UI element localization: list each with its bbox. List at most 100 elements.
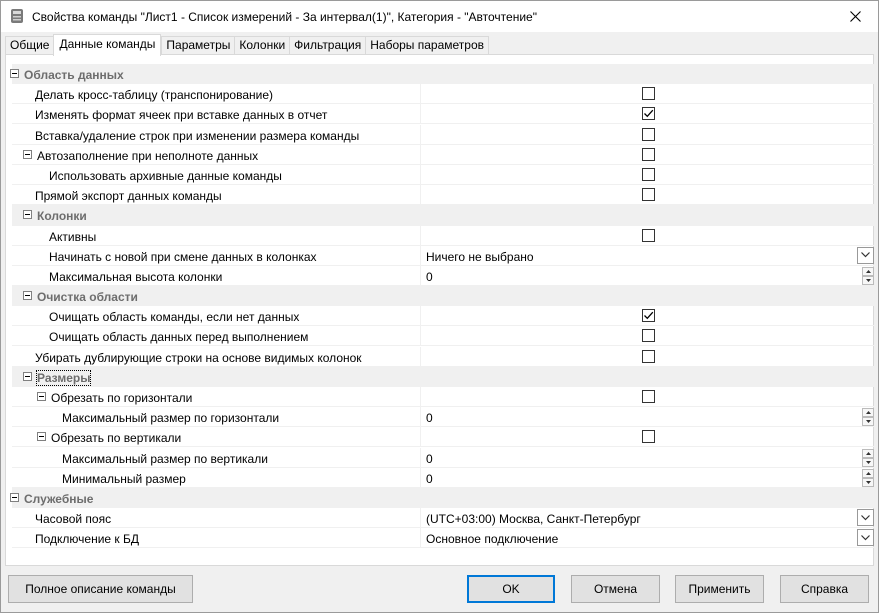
property-row[interactable]: Прямой экспорт данных команды xyxy=(12,185,874,206)
property-value-cell[interactable] xyxy=(421,427,874,448)
property-row[interactable]: Очищать область команды, если нет данных xyxy=(12,306,874,327)
spin-down-button[interactable] xyxy=(862,477,874,487)
apply-button[interactable]: Применить xyxy=(675,575,764,603)
dropdown-value: Основное подключение xyxy=(426,532,559,547)
property-row[interactable]: Подключение к БД Основное подключение xyxy=(12,528,874,549)
tab-3[interactable]: Колонки xyxy=(234,36,290,56)
property-value-cell[interactable] xyxy=(421,326,874,347)
checkbox[interactable] xyxy=(642,329,655,343)
collapse-toggle-icon[interactable] xyxy=(23,291,32,301)
property-value-cell[interactable] xyxy=(421,125,874,145)
dropdown-button[interactable] xyxy=(857,529,874,547)
category-row[interactable]: Колонки xyxy=(12,205,874,226)
property-row[interactable]: Максимальный размер по вертикали 0 xyxy=(12,447,874,468)
property-row[interactable]: Максимальная высота колонки 0 xyxy=(12,265,874,286)
property-row[interactable]: Начинать с новой при смене данных в коло… xyxy=(12,245,874,266)
help-button[interactable]: Справка xyxy=(780,575,869,603)
checkbox[interactable] xyxy=(642,228,655,242)
property-row[interactable]: Часовой пояс (UTC+03:00) Москва, Санкт-Пе… xyxy=(12,508,874,529)
dropdown-button[interactable] xyxy=(857,509,874,527)
checkbox[interactable] xyxy=(642,147,655,161)
property-value-cell[interactable] xyxy=(421,306,874,327)
spin-down-button[interactable] xyxy=(862,457,874,467)
property-value-cell[interactable] xyxy=(421,165,874,185)
tab-5[interactable]: Наборы параметров xyxy=(365,36,490,56)
spin-up-button[interactable] xyxy=(862,266,874,276)
property-value-cell[interactable]: 0 xyxy=(421,468,874,488)
spin-up-button[interactable] xyxy=(862,448,874,458)
collapse-toggle-icon[interactable] xyxy=(23,149,32,159)
close-button[interactable] xyxy=(832,1,878,32)
collapse-toggle-icon[interactable] xyxy=(10,69,19,78)
collapse-toggle-icon[interactable] xyxy=(37,392,46,401)
spin-buttons[interactable] xyxy=(862,408,874,427)
category-row[interactable]: Служебные xyxy=(10,487,874,509)
property-label: Начинать с новой при смене данных в коло… xyxy=(49,249,317,264)
ok-button[interactable]: OK xyxy=(467,575,555,603)
collapse-toggle-icon[interactable] xyxy=(23,371,32,381)
checkbox[interactable] xyxy=(642,87,655,101)
property-label: Очистка области xyxy=(37,290,138,305)
spin-down-button[interactable] xyxy=(862,275,874,285)
property-row[interactable]: Максимальный размер по горизонтали 0 xyxy=(12,407,874,428)
tab-2[interactable]: Параметры xyxy=(161,36,235,56)
property-label: Минимальный размер xyxy=(62,471,186,486)
property-row[interactable]: Обрезать по вертикали xyxy=(12,427,874,448)
property-name-cell: Размеры xyxy=(12,367,421,387)
spin-buttons[interactable] xyxy=(862,468,874,487)
spin-down-button[interactable] xyxy=(862,417,874,427)
property-value-cell[interactable]: 0 xyxy=(421,448,874,468)
property-label: Подключение к БД xyxy=(35,532,140,547)
property-row[interactable]: Делать кросс-таблицу (транспонирование) xyxy=(12,84,874,105)
property-row[interactable]: Автозаполнение при неполноте данных xyxy=(12,144,874,165)
checkbox[interactable] xyxy=(642,309,655,323)
collapse-toggle-icon[interactable] xyxy=(23,210,32,220)
checkbox[interactable] xyxy=(642,430,655,444)
category-row[interactable]: Размеры xyxy=(12,366,874,387)
category-row[interactable]: Область данных xyxy=(10,64,874,85)
property-value-cell[interactable]: 0 xyxy=(421,266,874,286)
property-row[interactable]: Очищать область данных перед выполнением xyxy=(12,326,874,347)
property-row[interactable]: Минимальный размер 0 xyxy=(12,467,874,488)
tab-4[interactable]: Фильтрация xyxy=(289,36,366,56)
tab-0[interactable]: Общие xyxy=(5,36,54,56)
property-value-cell[interactable]: (UTC+03:00) Москва, Санкт-Петербург xyxy=(421,508,874,529)
checkbox[interactable] xyxy=(642,167,655,181)
checkbox[interactable] xyxy=(642,127,655,141)
property-value-cell[interactable] xyxy=(421,347,874,367)
property-value-cell[interactable] xyxy=(421,185,874,206)
spin-value: 0 xyxy=(426,451,433,466)
spin-buttons[interactable] xyxy=(862,448,874,467)
dropdown-value: (UTC+03:00) Москва, Санкт-Петербург xyxy=(426,512,641,527)
property-value-cell[interactable]: Ничего не выбрано xyxy=(421,246,874,266)
checkbox[interactable] xyxy=(642,107,655,121)
arrow-up-icon xyxy=(865,411,871,415)
property-value-cell[interactable] xyxy=(421,145,874,165)
property-row[interactable]: Убирать дублирующие строки на основе вид… xyxy=(12,346,874,367)
property-row[interactable]: Обрезать по горизонтали xyxy=(12,387,874,407)
checkbox[interactable] xyxy=(642,390,655,403)
property-value-cell[interactable] xyxy=(421,387,874,407)
tab-1[interactable]: Данные команды xyxy=(53,34,162,56)
property-row[interactable]: Активны xyxy=(12,225,874,246)
dropdown-button[interactable] xyxy=(857,246,874,264)
collapse-toggle-icon[interactable] xyxy=(37,432,46,442)
collapse-toggle-icon[interactable] xyxy=(10,492,19,502)
checkbox[interactable] xyxy=(642,188,655,202)
spin-buttons[interactable] xyxy=(862,266,874,285)
property-value-cell[interactable]: 0 xyxy=(421,407,874,428)
spin-up-button[interactable] xyxy=(862,408,874,418)
property-value-cell[interactable] xyxy=(421,226,874,246)
checkmark-icon xyxy=(644,312,654,320)
checkbox[interactable] xyxy=(642,349,655,363)
category-row[interactable]: Очистка области xyxy=(12,286,874,307)
spin-up-button[interactable] xyxy=(862,468,874,478)
cancel-button[interactable]: Отмена xyxy=(571,575,660,603)
property-value-cell[interactable]: Основное подключение xyxy=(421,528,874,549)
property-row[interactable]: Вставка/удаление строк при изменении раз… xyxy=(12,124,874,145)
property-row[interactable]: Использовать архивные данные команды xyxy=(12,164,874,185)
property-row[interactable]: Изменять формат ячеек при вставке данных… xyxy=(12,104,874,125)
property-value-cell[interactable] xyxy=(421,84,874,105)
full-description-button[interactable]: Полное описание команды xyxy=(8,575,193,603)
property-value-cell[interactable] xyxy=(421,104,874,125)
